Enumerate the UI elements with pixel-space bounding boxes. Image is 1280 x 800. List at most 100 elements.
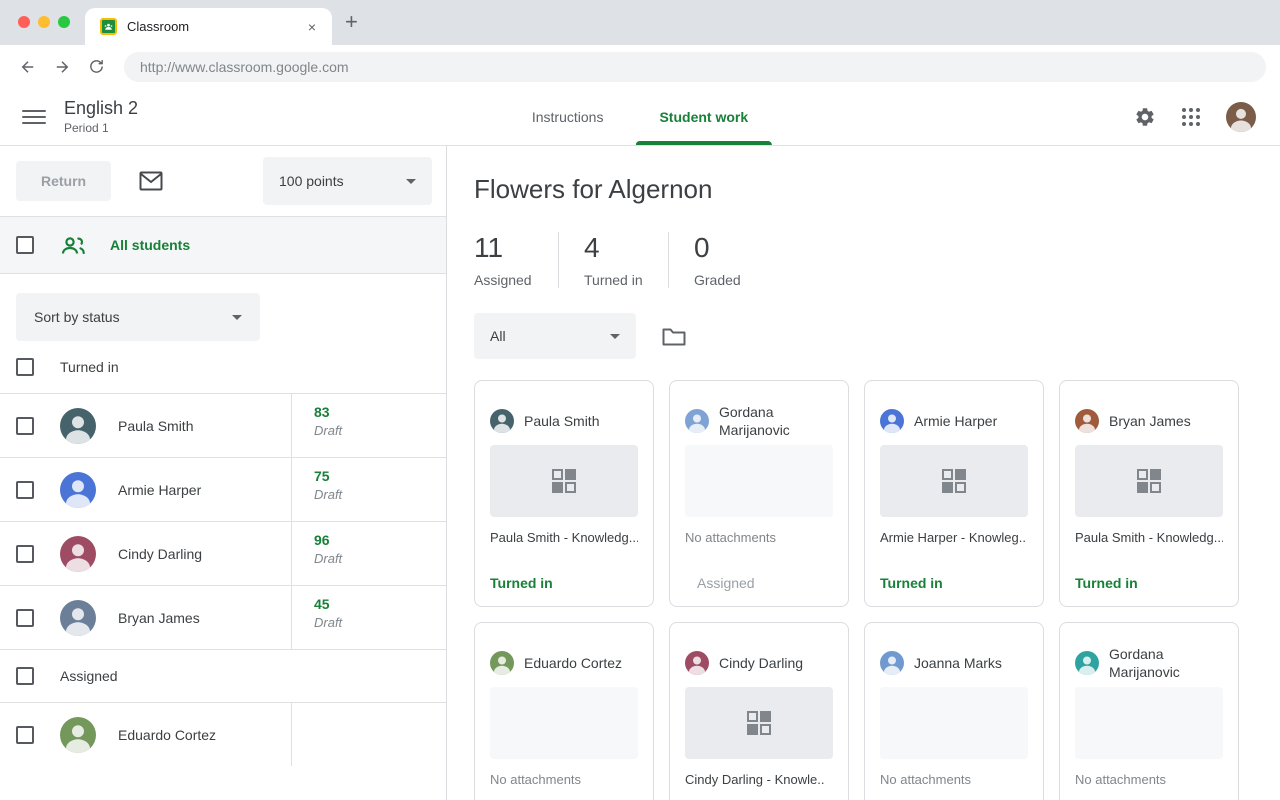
grade-value: 96: [314, 532, 446, 548]
forward-icon[interactable]: [48, 53, 76, 81]
grade-cell[interactable]: 96 Draft: [291, 521, 446, 585]
status-filter-dropdown[interactable]: All: [474, 313, 636, 359]
new-tab-button[interactable]: +: [345, 10, 358, 34]
student-name: Cindy Darling: [719, 654, 803, 672]
sort-by-status-dropdown[interactable]: Sort by status: [16, 293, 260, 341]
settings-gear-icon[interactable]: [1134, 106, 1156, 128]
return-button[interactable]: Return: [16, 161, 111, 201]
grade-cell[interactable]: 45 Draft: [291, 585, 446, 649]
all-students-label: All students: [110, 237, 190, 253]
chevron-down-icon: [406, 179, 416, 184]
grade-note: Draft: [314, 487, 446, 502]
grade-note: Draft: [314, 423, 446, 438]
attachment-caption[interactable]: Paula Smith - Knowledg...: [1075, 530, 1223, 545]
google-apps-icon[interactable]: [1182, 108, 1200, 126]
stat-graded[interactable]: 0 Graded: [694, 232, 779, 288]
turned-in-checkbox[interactable]: [16, 358, 34, 376]
active-tab-indicator: [635, 141, 772, 145]
filter-row: All: [474, 313, 1280, 359]
browser-tab[interactable]: Classroom ×: [85, 8, 332, 45]
reload-icon[interactable]: [82, 53, 110, 81]
section-header-assigned: Assigned: [0, 649, 446, 702]
student-row-bryan-james: Bryan James 45 Draft: [0, 585, 446, 649]
attachment-thumbnail[interactable]: [490, 445, 638, 517]
zoom-window-button[interactable]: [58, 16, 70, 28]
points-dropdown[interactable]: 100 points: [263, 157, 432, 205]
stat-assigned[interactable]: 11 Assigned: [474, 232, 559, 288]
student-row-paula-smith: Paula Smith 83 Draft: [0, 393, 446, 457]
work-card-gordana-marijanovic-2[interactable]: Gordana Marijanovic No attachments: [1059, 622, 1239, 800]
tab-close-icon[interactable]: ×: [304, 17, 320, 37]
student-name: Eduardo Cortez: [524, 654, 622, 672]
stat-turned-in[interactable]: 4 Turned in: [584, 232, 669, 288]
student-name: Joanna Marks: [914, 654, 1002, 672]
all-students-checkbox[interactable]: [16, 236, 34, 254]
student-avatar: [685, 409, 709, 433]
student-avatar: [60, 408, 96, 444]
student-name: Gordana Marijanovic: [719, 403, 833, 439]
browser-tab-strip: Classroom × +: [0, 0, 1280, 45]
work-card-joanna-marks[interactable]: Joanna Marks No attachments: [864, 622, 1044, 800]
assignment-title: Flowers for Algernon: [474, 174, 1280, 205]
student-name: Paula Smith: [524, 412, 599, 430]
sidebar-action-row: Return 100 points: [0, 146, 446, 216]
email-icon[interactable]: [139, 171, 163, 191]
all-students-row[interactable]: All students: [0, 216, 446, 274]
student-avatar: [880, 409, 904, 433]
student-checkbox[interactable]: [16, 481, 34, 499]
attachment-thumbnail[interactable]: [880, 445, 1028, 517]
assignment-tabs: Instructions Student work: [504, 88, 776, 145]
close-window-button[interactable]: [18, 16, 30, 28]
chevron-down-icon: [610, 334, 620, 339]
student-checkbox[interactable]: [16, 726, 34, 744]
student-checkbox[interactable]: [16, 609, 34, 627]
grade-cell[interactable]: 83 Draft: [291, 393, 446, 457]
url-text: http://www.classroom.google.com: [140, 59, 349, 75]
attachment-grid-icon: [747, 711, 771, 735]
header-actions: [1134, 102, 1256, 132]
tab-title: Classroom: [127, 19, 304, 34]
status-badge: Turned in: [490, 575, 638, 591]
work-card-cindy-darling[interactable]: Cindy Darling Cindy Darling - Knowle..: [669, 622, 849, 800]
student-avatar: [685, 651, 709, 675]
tab-student-work[interactable]: Student work: [631, 88, 776, 145]
student-avatar: [490, 651, 514, 675]
back-icon[interactable]: [14, 53, 42, 81]
assigned-checkbox[interactable]: [16, 667, 34, 685]
student-row-cindy-darling: Cindy Darling 96 Draft: [0, 521, 446, 585]
student-row-armie-harper: Armie Harper 75 Draft: [0, 457, 446, 521]
attachment-thumbnail[interactable]: [1075, 445, 1223, 517]
grade-cell[interactable]: 75 Draft: [291, 457, 446, 521]
work-card-paula-smith[interactable]: Paula Smith Paula Smith - Knowledg... Tu…: [474, 380, 654, 607]
sort-row: Sort by status: [0, 274, 446, 341]
student-work-cards: Paula Smith Paula Smith - Knowledg... Tu…: [474, 380, 1280, 800]
attachment-caption: No attachments: [880, 772, 1028, 787]
course-info: English 2 Period 1: [64, 98, 138, 135]
account-avatar[interactable]: [1226, 102, 1256, 132]
drive-folder-icon[interactable]: [662, 326, 686, 346]
attachment-caption[interactable]: Armie Harper - Knowleg..: [880, 530, 1028, 545]
attachment-thumbnail: [490, 687, 638, 759]
work-card-gordana-marijanovic[interactable]: Gordana Marijanovic No attachments Assig…: [669, 380, 849, 607]
tab-instructions[interactable]: Instructions: [504, 88, 632, 145]
attachment-caption[interactable]: Paula Smith - Knowledg...: [490, 530, 638, 545]
student-avatar: [60, 600, 96, 636]
work-card-eduardo-cortez[interactable]: Eduardo Cortez No attachments: [474, 622, 654, 800]
student-checkbox[interactable]: [16, 417, 34, 435]
course-subtitle: Period 1: [64, 121, 138, 135]
grade-value: 83: [314, 404, 446, 420]
attachment-caption[interactable]: Cindy Darling - Knowle..: [685, 772, 833, 787]
minimize-window-button[interactable]: [38, 16, 50, 28]
student-name: Bryan James: [1109, 412, 1191, 430]
grade-cell[interactable]: [291, 702, 446, 766]
grade-note: Draft: [314, 551, 446, 566]
grade-value: 45: [314, 596, 446, 612]
student-name: Eduardo Cortez: [118, 727, 216, 743]
address-bar[interactable]: http://www.classroom.google.com: [124, 52, 1266, 82]
student-checkbox[interactable]: [16, 545, 34, 563]
student-name: Armie Harper: [118, 482, 201, 498]
work-card-bryan-james[interactable]: Bryan James Paula Smith - Knowledg... Tu…: [1059, 380, 1239, 607]
attachment-thumbnail[interactable]: [685, 687, 833, 759]
menu-icon[interactable]: [22, 105, 46, 129]
work-card-armie-harper[interactable]: Armie Harper Armie Harper - Knowleg.. Tu…: [864, 380, 1044, 607]
